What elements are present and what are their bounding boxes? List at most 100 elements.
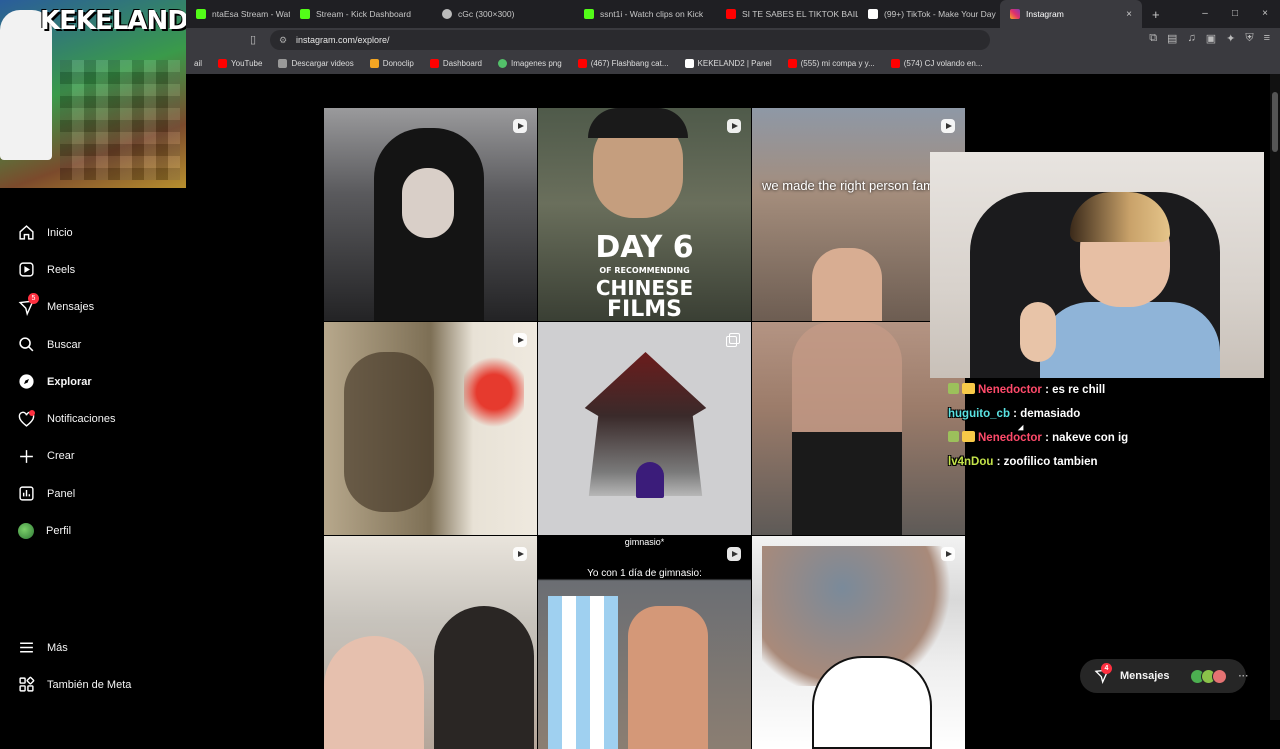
ghost-face [344, 352, 434, 512]
site-info-icon[interactable]: ⚙ [279, 30, 287, 50]
explore-tile[interactable]: DAY 6 OF RECOMMENDING CHINESE FILMS [538, 108, 751, 321]
bookmark-icon[interactable]: ▯ [250, 33, 256, 46]
bookmark-item[interactable]: Imagenes png [490, 58, 570, 68]
sidebar-item-crear[interactable]: Crear [18, 438, 178, 475]
bookmark-label: YouTube [231, 58, 263, 68]
sidebar-item-reels[interactable]: Reels [18, 251, 178, 288]
new-tab-button[interactable]: + [1142, 0, 1172, 28]
browser-tab[interactable]: Stream - Kick Dashboard [290, 0, 432, 28]
day6-films: FILMS [607, 297, 682, 321]
chat-text: : demasiado [1013, 408, 1081, 420]
explore-icon [19, 374, 34, 389]
bookmark-item[interactable]: (467) Flashbang cat... [570, 58, 677, 68]
red-flower [464, 342, 524, 442]
bookmark-label: ail [194, 58, 203, 68]
chat-message: Nenedoctor : es re chill [948, 380, 1278, 404]
explore-tile[interactable] [324, 108, 537, 321]
explore-tile[interactable]: gimnasio* Yo con 1 día de gimnasio: [538, 536, 751, 749]
bookmark-item[interactable]: Dashboard [422, 58, 490, 68]
extensions-icon[interactable]: ⧉ [1149, 32, 1157, 45]
sidebar-item-label: Crear [47, 450, 75, 463]
bookmark-item[interactable]: (574) CJ volando en... [883, 58, 991, 68]
bookmark-label: (555) mi compa y y... [800, 58, 875, 68]
browser-tab[interactable]: ssnt1i - Watch clips on Kick [574, 0, 716, 28]
browser-tab[interactable]: SI TE SABES EL TIKTOK BAILA! [716, 0, 858, 28]
browser-tab[interactable]: cGc (300×300) [432, 0, 574, 28]
sidebar-icon[interactable]: ▤ [1167, 32, 1177, 45]
menu-icon[interactable]: ≡ [1264, 32, 1270, 45]
messages-button-label: Mensajes [1120, 670, 1170, 682]
explore-tile[interactable] [538, 322, 751, 535]
man-figure [434, 606, 534, 749]
ai-icon[interactable]: ✦ [1226, 32, 1235, 45]
sidebar-item-perfil[interactable]: Perfil [18, 512, 178, 549]
man-figure [628, 606, 708, 749]
maximize-button[interactable]: □ [1220, 0, 1250, 28]
sidebar-item-inicio[interactable]: Inicio [18, 214, 178, 251]
carousel-icon [726, 333, 740, 347]
sidebar-item-label: Más [47, 641, 68, 654]
sidebar-item-mas[interactable]: Más [18, 629, 178, 666]
music-icon[interactable]: ♫ [1187, 32, 1195, 45]
woman-figure [324, 636, 424, 749]
reel-icon [727, 547, 741, 561]
explore-tile[interactable] [324, 322, 537, 535]
bookmark-label: (574) CJ volando en... [903, 58, 983, 68]
day6-title: DAY 6 [595, 230, 694, 265]
kekeland-logo: KEKELAND [40, 6, 186, 36]
explore-tile[interactable] [324, 536, 537, 749]
sidebar-item-explorar[interactable]: Explorar [18, 363, 178, 400]
bookmark-item[interactable]: KEKELAND2 | Panel [677, 58, 780, 68]
youtube-icon [429, 58, 439, 68]
plus-icon [20, 450, 33, 463]
tiktok-favicon [868, 9, 878, 19]
messages-count-badge: 4 [1101, 663, 1112, 674]
tile-caption: Yo con 1 día de gimnasio: [587, 568, 702, 579]
bookmark-item[interactable]: Descargar videos [270, 58, 361, 68]
youtube-icon [218, 58, 228, 68]
browser-tab[interactable]: ntaEsa Stream - Watch Li [186, 0, 290, 28]
url-bar[interactable]: ⚙ instagram.com/explore/ [270, 30, 990, 50]
bookmark-item[interactable]: YouTube [210, 58, 270, 68]
scrollbar-thumb[interactable] [1272, 92, 1278, 152]
bookmarks-bar: ail YouTube Descargar videos Donoclip Da… [0, 52, 1280, 74]
close-tab-icon[interactable]: × [1126, 9, 1132, 20]
tab-label: SI TE SABES EL TIKTOK BAILA! [742, 9, 858, 19]
messages-floating-button[interactable]: 4 Mensajes ··· [1080, 659, 1249, 693]
chat-text: : es re chill [1045, 384, 1106, 396]
tab-favicon [196, 9, 206, 19]
browser-tab-active[interactable]: Instagram × [1000, 0, 1142, 28]
close-window-button[interactable]: × [1250, 0, 1280, 28]
bookmark-item[interactable]: (555) mi compa y y... [780, 58, 883, 68]
sidebar-item-label: Inicio [47, 226, 73, 239]
man-hair [588, 108, 688, 138]
reels-icon [19, 262, 34, 278]
crown-badge-icon [962, 383, 975, 394]
menu-icon [20, 642, 33, 653]
sidebar-item-notificaciones[interactable]: Notificaciones [18, 400, 178, 437]
url-text: instagram.com/explore/ [296, 35, 390, 45]
vpn-icon[interactable]: ⛨ [1245, 32, 1253, 45]
bookmark-item[interactable]: ail [186, 59, 210, 68]
page-scrollbar[interactable] [1270, 74, 1280, 720]
browser-tab[interactable]: (99+) TikTok - Make Your Day [858, 0, 1000, 28]
youtube-icon [787, 58, 797, 68]
mod-badge-icon [948, 383, 959, 394]
sidebar-item-label: Mensajes [47, 301, 95, 314]
minimize-button[interactable]: – [1190, 0, 1220, 28]
reel-icon [513, 119, 527, 133]
wallet-icon[interactable]: ▣ [1206, 32, 1216, 45]
sidebar-item-buscar[interactable]: Buscar [18, 326, 178, 363]
sidebar-item-mensajes[interactable]: 5 Mensajes [18, 289, 178, 326]
streamer-overlay-cam: KEKELAND [0, 0, 186, 188]
bookmark-label: Donoclip [382, 58, 414, 68]
crown-badge-icon [962, 431, 975, 442]
explore-tile[interactable] [752, 536, 965, 749]
bookmark-item[interactable]: Donoclip [362, 58, 422, 68]
sidebar-item-panel[interactable]: Panel [18, 475, 178, 512]
instagram-favicon [1010, 9, 1020, 19]
youtube-icon [890, 58, 900, 68]
sidebar-item-tambien-de-meta[interactable]: También de Meta [18, 666, 178, 703]
nether-portal [636, 462, 664, 498]
person-figure [812, 248, 882, 321]
